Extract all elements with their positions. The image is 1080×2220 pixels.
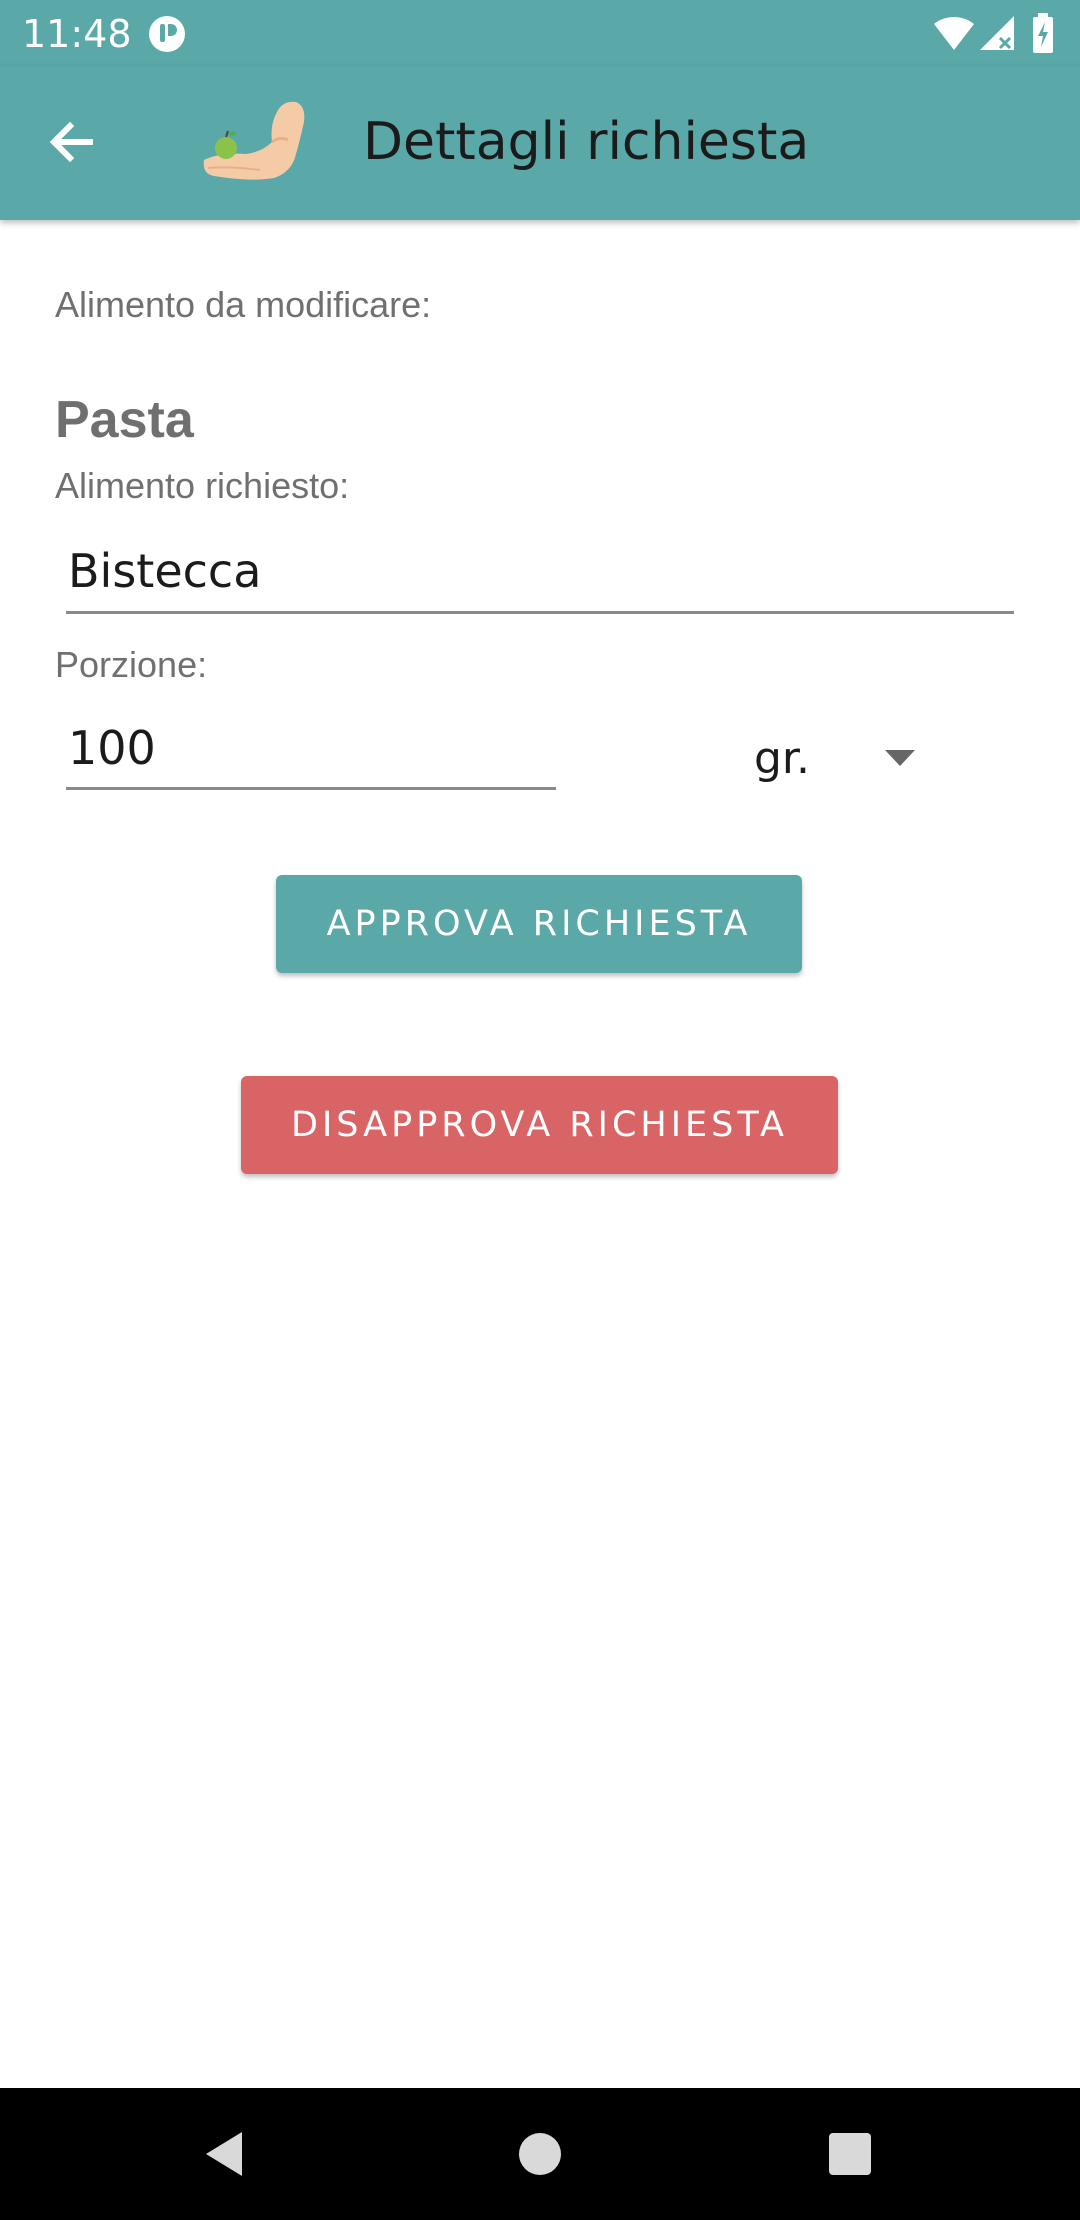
unit-value: gr. [754, 733, 810, 784]
cellular-signal-icon [980, 16, 1014, 50]
arrow-back-icon[interactable] [40, 110, 104, 174]
nav-home-icon[interactable] [504, 2118, 576, 2190]
unit-spinner[interactable]: gr. [740, 726, 930, 792]
disapprove-button[interactable]: DISAPPROVA RICHIESTA [241, 1076, 838, 1174]
status-icons [932, 12, 1062, 54]
app-bar: Dettagli richiesta [0, 66, 1080, 220]
portion-label: Porzione: [55, 644, 208, 685]
requested-food-label: Alimento richiesto: [55, 465, 350, 506]
app-notification-icon [149, 16, 185, 52]
old-food-value: Pasta [55, 391, 194, 449]
approve-button[interactable]: APPROVA RICHIESTA [276, 875, 802, 973]
status-bar: 11:48 [0, 0, 1080, 66]
old-food-label: Alimento da modificare: [55, 284, 432, 325]
portion-input[interactable] [66, 718, 556, 790]
requested-food-input[interactable] [66, 540, 1014, 614]
dropdown-arrow-icon [885, 750, 915, 766]
arm-with-apple-logo [203, 101, 305, 180]
navigation-bar [0, 2088, 1080, 2220]
page-title: Dettagli richiesta [363, 112, 810, 172]
status-time: 11:48 [22, 12, 132, 56]
nav-recents-icon[interactable] [814, 2118, 886, 2190]
battery-charging-icon [1033, 13, 1053, 53]
nav-back-icon[interactable] [190, 2118, 262, 2190]
wifi-icon [934, 16, 974, 50]
